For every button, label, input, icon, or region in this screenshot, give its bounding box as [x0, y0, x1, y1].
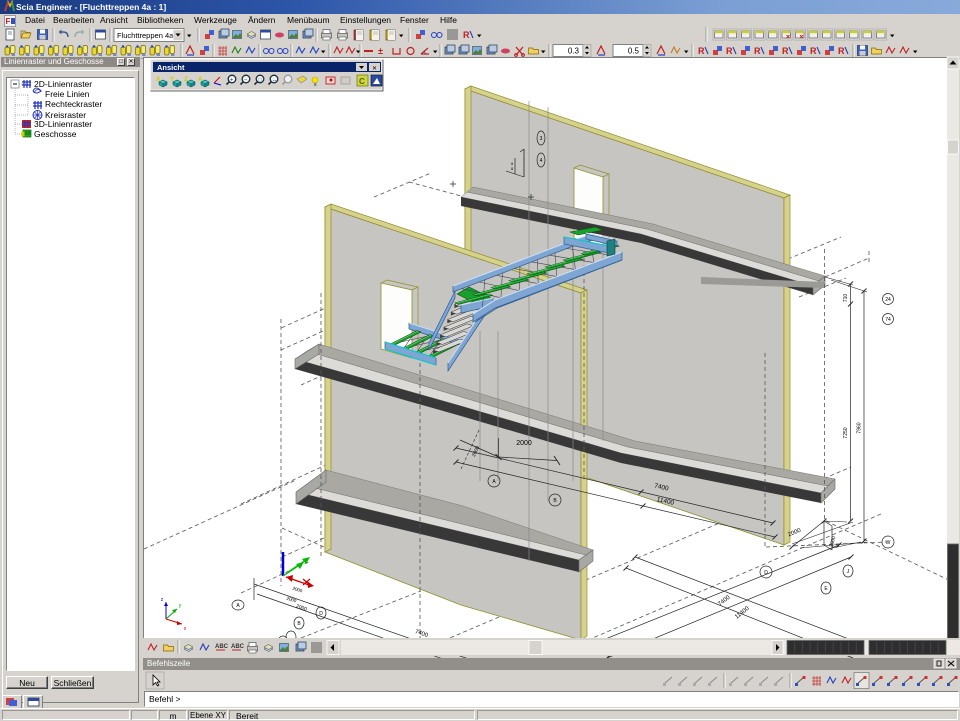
svg-text:4: 4	[540, 158, 543, 164]
svg-text:↔: ↔	[272, 78, 278, 84]
svg-text:24: 24	[885, 297, 891, 303]
svg-text:3D-Linienraster: 3D-Linienraster	[34, 119, 92, 129]
svg-text:x: x	[184, 626, 187, 632]
svg-text:Freie Linien: Freie Linien	[45, 89, 90, 99]
svg-text:+: +	[230, 78, 233, 84]
svg-text:R: R	[838, 46, 845, 56]
svg-text:ABC: ABC	[215, 644, 229, 650]
svg-text:710: 710	[843, 294, 849, 303]
svg-text:2000: 2000	[295, 603, 308, 612]
svg-text:z: z	[161, 597, 164, 603]
svg-text:11400: 11400	[734, 605, 751, 620]
svg-text:±: ±	[378, 46, 383, 56]
svg-text:2D-Linienraster: 2D-Linienraster	[34, 79, 92, 89]
svg-text:Rechteckraster: Rechteckraster	[45, 99, 102, 109]
svg-text:R: R	[726, 46, 733, 56]
svg-text:74: 74	[885, 317, 891, 323]
svg-text:7960: 7960	[857, 422, 863, 433]
svg-text:D: D	[764, 570, 768, 576]
svg-text:7250: 7250	[843, 427, 849, 438]
svg-text:Ansicht: Ansicht	[157, 63, 185, 72]
svg-text:✕: ✕	[372, 66, 377, 72]
svg-text:Geschosse: Geschosse	[34, 129, 77, 139]
svg-text:y: y	[179, 603, 182, 609]
svg-text:0.3: 0.3	[568, 47, 580, 56]
svg-text:3: 3	[540, 136, 543, 142]
svg-text:−: −	[244, 78, 247, 84]
svg-text:7400: 7400	[717, 594, 732, 607]
svg-text:R: R	[782, 46, 789, 56]
svg-text:B: B	[297, 621, 301, 627]
svg-text:R: R	[698, 46, 705, 56]
svg-text:A: A	[236, 603, 240, 609]
svg-text:ABC: ABC	[231, 644, 245, 650]
svg-text:D: D	[319, 611, 323, 617]
svg-text:E: E	[824, 586, 828, 592]
svg-text:2000: 2000	[292, 586, 304, 594]
svg-text:C: C	[359, 77, 365, 86]
svg-text:Fluchttreppen 4a: Fluchttreppen 4a	[117, 31, 174, 40]
svg-text:R: R	[754, 46, 761, 56]
svg-text:J: J	[847, 569, 850, 575]
svg-text:2000: 2000	[286, 596, 298, 604]
svg-text:F: F	[6, 17, 11, 26]
svg-text:R: R	[810, 46, 817, 56]
svg-text:W: W	[886, 540, 891, 546]
svg-text:2000: 2000	[516, 440, 532, 447]
svg-text:0.5: 0.5	[628, 47, 640, 56]
svg-text:R: R	[463, 30, 470, 40]
